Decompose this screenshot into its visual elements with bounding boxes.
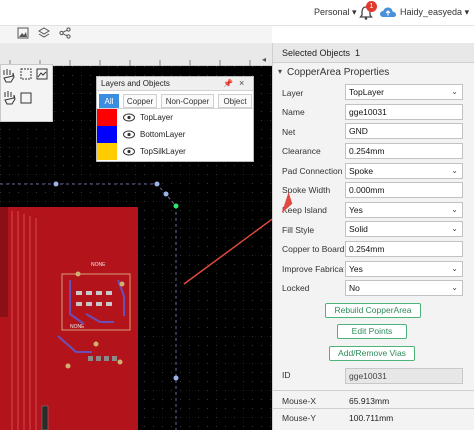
chevron-down-icon: ⌄	[451, 166, 458, 175]
pin-icon[interactable]: 📌	[223, 79, 233, 88]
mouse-x-label: Mouse-X	[282, 396, 317, 406]
cloud-icon[interactable]	[379, 5, 397, 21]
horizontal-ruler: ◂	[0, 43, 272, 66]
layer-row-topsilk[interactable]: TopSilkLayer	[97, 143, 253, 160]
tab-non-copper[interactable]: Non-Copper	[161, 94, 214, 108]
share-icon[interactable]	[58, 26, 72, 40]
id-label: ID	[282, 370, 291, 380]
name-input[interactable]: gge10031	[345, 104, 463, 120]
edit-points-button[interactable]: Edit Points	[337, 324, 407, 339]
chevron-down-icon: ⌄	[451, 205, 458, 214]
selected-objects-bar: Selected Objects 1	[273, 43, 474, 63]
divider	[273, 390, 474, 391]
chevron-down-icon: ▾	[278, 67, 283, 76]
chevron-down-icon: ⌄	[451, 283, 458, 292]
layers-icon[interactable]	[37, 26, 51, 40]
rebuild-copperarea-button[interactable]: Rebuild CopperArea	[325, 303, 421, 318]
pad-connection-select[interactable]: Spoke ⌄	[345, 163, 463, 179]
chevron-down-icon: ▾	[464, 7, 470, 17]
svg-text:◂: ◂	[262, 55, 266, 64]
username-label: Haidy_easyeda	[400, 7, 463, 17]
selected-objects-label: Selected Objects	[282, 48, 351, 58]
layers-panel-header: Layers and Objects 📌 ×	[97, 77, 253, 91]
copper-to-board-input[interactable]: 0.254mm	[345, 241, 463, 257]
prop-label-improve-fabrication: Improve Fabrication	[282, 264, 344, 274]
outline-vertex	[154, 181, 160, 187]
board-label: NONE	[70, 324, 85, 330]
close-icon[interactable]: ×	[239, 78, 244, 88]
layer-name: BottomLayer	[140, 130, 186, 139]
tab-copper[interactable]: Copper	[123, 94, 157, 108]
mouse-x-value: 65.913mm	[349, 396, 390, 406]
prop-label-fill-style: Fill Style	[282, 225, 315, 235]
layer-row-top[interactable]: TopLayer	[97, 109, 253, 126]
mouse-y-value: 100.711mm	[349, 413, 394, 423]
prop-label-name: Name	[282, 107, 305, 117]
pcb-board	[0, 207, 138, 430]
toolbox-icons	[3, 68, 48, 105]
section-title: CopperArea Properties	[287, 67, 390, 78]
eye-icon[interactable]	[123, 130, 135, 139]
prop-label-copper-to-board: Copper to Board	[282, 244, 344, 254]
layer-name: TopSilkLayer	[140, 147, 186, 156]
chevron-down-icon: ⌄	[451, 224, 458, 233]
id-field: gge10031	[345, 368, 463, 384]
layer-color-swatch[interactable]	[97, 109, 117, 126]
prop-label-locked: Locked	[282, 283, 310, 293]
eye-icon[interactable]	[123, 113, 135, 122]
outline-vertex-active	[173, 203, 179, 209]
username-menu[interactable]: Haidy_easyeda ▾	[400, 7, 469, 18]
pan-hand-icon	[3, 69, 15, 83]
layers-panel-title: Layers and Objects	[101, 79, 170, 88]
pan-hand-icon	[4, 91, 16, 105]
mouse-y-label: Mouse-Y	[282, 413, 317, 423]
notification-badge: 1	[366, 1, 377, 12]
layer-name: TopLayer	[140, 113, 173, 122]
secondary-toolbar	[0, 26, 272, 43]
tab-object[interactable]: Object	[218, 94, 252, 108]
ruler-ticks: ◂	[9, 55, 266, 66]
prop-label-pad-connection: Pad Connection	[282, 166, 343, 176]
selected-objects-count: 1	[355, 48, 361, 58]
chevron-down-icon: ⌄	[451, 87, 458, 96]
fill-style-select[interactable]: Solid ⌄	[345, 221, 463, 237]
layer-row-bottom[interactable]: BottomLayer	[97, 126, 253, 143]
locked-select[interactable]: No ⌄	[345, 280, 463, 296]
eye-icon[interactable]	[123, 147, 135, 156]
outline-vertex	[53, 181, 59, 187]
copperarea-section-header[interactable]: ▾ CopperArea Properties	[273, 65, 474, 81]
prop-label-layer: Layer	[282, 88, 304, 98]
image-icon[interactable]	[16, 26, 30, 40]
keep-island-select[interactable]: Yes ⌄	[345, 202, 463, 218]
top-bar: Personal ▾ 1 Haidy_easyeda ▾	[0, 0, 474, 26]
outline-vertex	[163, 191, 169, 197]
pcb-left-strip	[0, 207, 8, 317]
rect-tool-icon	[20, 92, 32, 104]
improve-fabrication-select[interactable]: Yes ⌄	[345, 261, 463, 277]
layer-color-swatch[interactable]	[97, 126, 117, 143]
layer-color-swatch[interactable]	[97, 143, 117, 160]
net-input[interactable]: GND	[345, 123, 463, 139]
account-menu[interactable]: Personal ▾	[314, 7, 357, 18]
properties-panel: Selected Objects 1 ▾ CopperArea Properti…	[272, 43, 474, 430]
chevron-down-icon: ▾	[352, 7, 357, 17]
layers-tabs: All Copper Non-Copper Object	[97, 91, 253, 109]
board-label: NONE	[91, 262, 106, 268]
annotation-arrowhead	[281, 192, 293, 212]
tab-all[interactable]: All	[99, 94, 119, 108]
account-menu-label: Personal	[314, 7, 350, 17]
select-box-icon	[20, 68, 32, 80]
add-remove-vias-button[interactable]: Add/Remove Vias	[329, 346, 415, 361]
chevron-down-icon: ⌄	[451, 264, 458, 273]
canvas-toolbox	[0, 64, 53, 122]
spoke-width-input[interactable]: 0.000mm	[345, 182, 463, 198]
divider	[273, 408, 474, 409]
prop-label-net: Net	[282, 127, 296, 137]
prop-label-clearance: Clearance	[282, 146, 321, 156]
layer-select[interactable]: TopLayer ⌄	[345, 84, 463, 100]
clearance-input[interactable]: 0.254mm	[345, 143, 463, 159]
outline-vertex	[173, 375, 179, 381]
layers-panel: Layers and Objects 📌 × All Copper Non-Co…	[96, 76, 254, 162]
